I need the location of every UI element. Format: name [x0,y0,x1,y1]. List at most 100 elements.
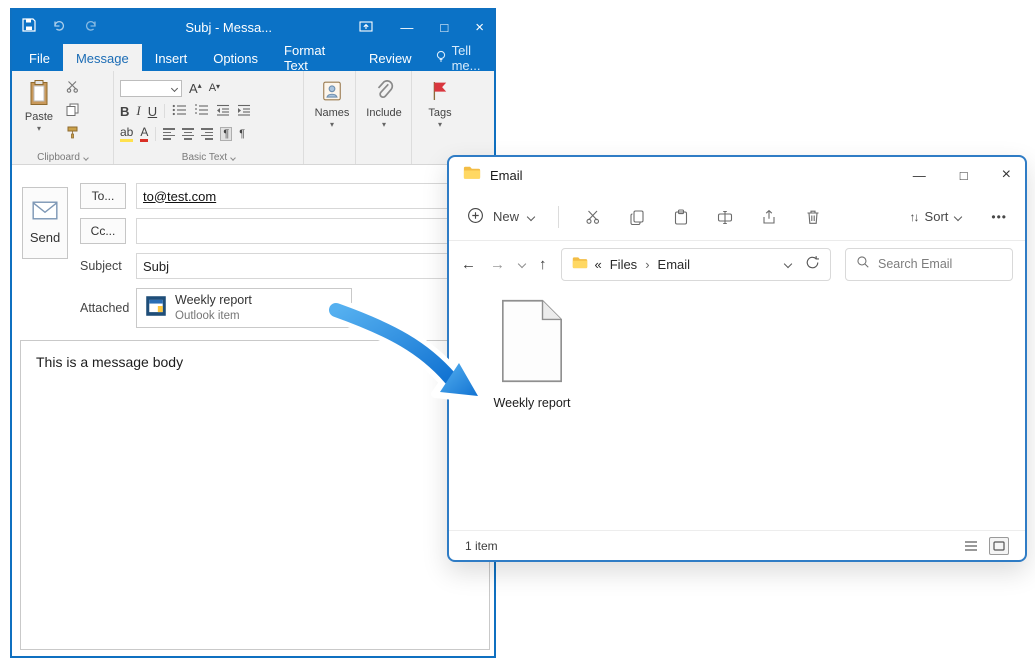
breadcrumb-item-email[interactable]: Email [657,257,692,272]
folder-icon [463,165,481,185]
address-caret-icon[interactable] [784,260,792,268]
format-painter-icon[interactable] [66,126,79,142]
popout-icon[interactable] [359,20,373,34]
share-icon[interactable] [759,207,779,227]
see-more-icon[interactable]: ••• [991,210,1007,224]
copy-icon[interactable] [66,103,79,119]
up-icon[interactable]: ↑ [539,257,547,272]
decrease-indent-icon[interactable] [216,104,230,119]
underline-button[interactable]: U [148,104,157,119]
address-bar-right [785,255,820,273]
subject-field[interactable] [136,253,454,279]
outlook-item-icon [145,295,167,322]
numbered-list-icon[interactable] [194,104,209,119]
refresh-icon[interactable] [805,255,820,273]
close-icon[interactable]: × [1002,166,1011,184]
address-bar[interactable]: « Files › Email [561,248,832,281]
back-icon[interactable]: ← [461,257,476,272]
paste-icon[interactable] [671,207,691,227]
clipboard-group-label[interactable]: Clipboard [12,152,113,163]
outlook-titlebar[interactable]: Subj - Messa... — □ × [12,10,494,44]
tell-me-label: Tell me... [452,43,494,73]
names-button[interactable]: Names ▾ [310,76,354,160]
delete-icon[interactable] [803,207,823,227]
paste-button[interactable]: Paste ▾ [18,76,60,149]
search-input[interactable] [878,257,1002,271]
subject-row: Subject [80,253,454,279]
dialog-launcher-icon[interactable] [83,155,89,161]
tab-review[interactable]: Review [356,44,425,71]
cut-icon[interactable] [66,80,79,96]
attachment-chip[interactable]: Weekly report Outlook item ▾ [136,288,352,328]
paperclip-icon [374,80,394,105]
sort-button[interactable]: ↑↓ Sort [910,209,962,224]
font-color-button[interactable]: A [140,126,148,142]
breadcrumb-overflow[interactable]: « [595,257,602,272]
close-icon[interactable]: × [475,20,484,35]
recent-locations-caret-icon[interactable] [518,260,526,268]
tab-file[interactable]: File [16,44,63,71]
bold-button[interactable]: B [120,104,129,119]
ltr-paragraph-icon[interactable]: ¶ [220,127,232,141]
dialog-launcher-icon[interactable] [230,155,236,161]
subject-input[interactable] [143,259,447,274]
item-count: 1 item [465,539,498,553]
tab-insert[interactable]: Insert [142,44,201,71]
minimize-icon[interactable]: — [913,168,926,183]
shrink-font-button[interactable]: A▾ [209,82,220,94]
copy-icon[interactable] [627,207,647,227]
to-button[interactable]: To... [80,183,126,209]
include-button[interactable]: Include ▾ [362,76,406,160]
redo-icon[interactable] [83,18,98,36]
canvas: Subj - Messa... — □ × File Message Inser… [0,0,1035,671]
text-highlight-button[interactable]: ab [120,126,133,142]
maximize-icon[interactable]: □ [960,168,968,183]
attachment-caret-icon[interactable]: ▾ [338,303,343,314]
to-recipient[interactable]: to@test.com [143,189,216,204]
grow-font-button[interactable]: A▴ [189,81,202,96]
rtl-paragraph-icon[interactable]: ¶ [239,128,245,140]
align-right-icon[interactable] [201,128,213,140]
tags-caret-icon: ▾ [438,121,442,129]
explorer-command-bar: New ↑↓ Sort ••• [449,193,1025,241]
cc-button[interactable]: Cc... [80,218,126,244]
search-box[interactable] [845,248,1013,281]
to-field[interactable]: to@test.com [136,183,454,209]
cut-icon[interactable] [583,207,603,227]
window-title: Subj - Messa... [114,20,343,35]
message-body-editor[interactable]: This is a message body [20,340,490,650]
ribbon-group-names: Names ▾ [304,71,356,164]
tab-format-text[interactable]: Format Text [271,44,356,71]
cc-row: Cc... [80,218,454,244]
tab-message[interactable]: Message [63,44,142,71]
breadcrumb-item-files[interactable]: Files [609,257,638,272]
save-icon[interactable] [22,18,36,37]
tab-options[interactable]: Options [200,44,271,71]
bullet-list-icon[interactable] [172,104,187,119]
ribbon-group-tags: Tags ▾ [412,71,462,164]
send-label: Send [30,230,60,245]
new-button[interactable]: New [467,207,534,227]
file-item[interactable]: Weekly report [477,299,587,410]
maximize-icon[interactable]: □ [440,21,448,34]
ribbon-tab-bar: File Message Insert Options Format Text … [12,44,494,71]
increase-indent-icon[interactable] [237,104,251,119]
undo-icon[interactable] [52,18,67,36]
tags-button[interactable]: Tags ▾ [418,76,462,160]
search-icon [856,255,870,274]
send-button[interactable]: Send [22,187,68,259]
include-label: Include [366,107,401,119]
align-left-icon[interactable] [163,128,175,140]
basic-text-group-label[interactable]: Basic Text [114,152,303,163]
font-name-combobox[interactable] [120,80,182,97]
italic-button[interactable]: I [136,103,140,119]
forward-icon[interactable]: → [490,257,505,272]
align-center-icon[interactable] [182,128,194,140]
details-view-icon[interactable] [961,537,981,555]
minimize-icon[interactable]: — [400,21,413,34]
rename-icon[interactable] [715,207,735,227]
tell-me-box[interactable]: Tell me... [435,44,494,71]
cc-field[interactable] [136,218,454,244]
large-icons-view-icon[interactable] [989,537,1009,555]
explorer-titlebar[interactable]: Email — □ × [449,157,1025,193]
